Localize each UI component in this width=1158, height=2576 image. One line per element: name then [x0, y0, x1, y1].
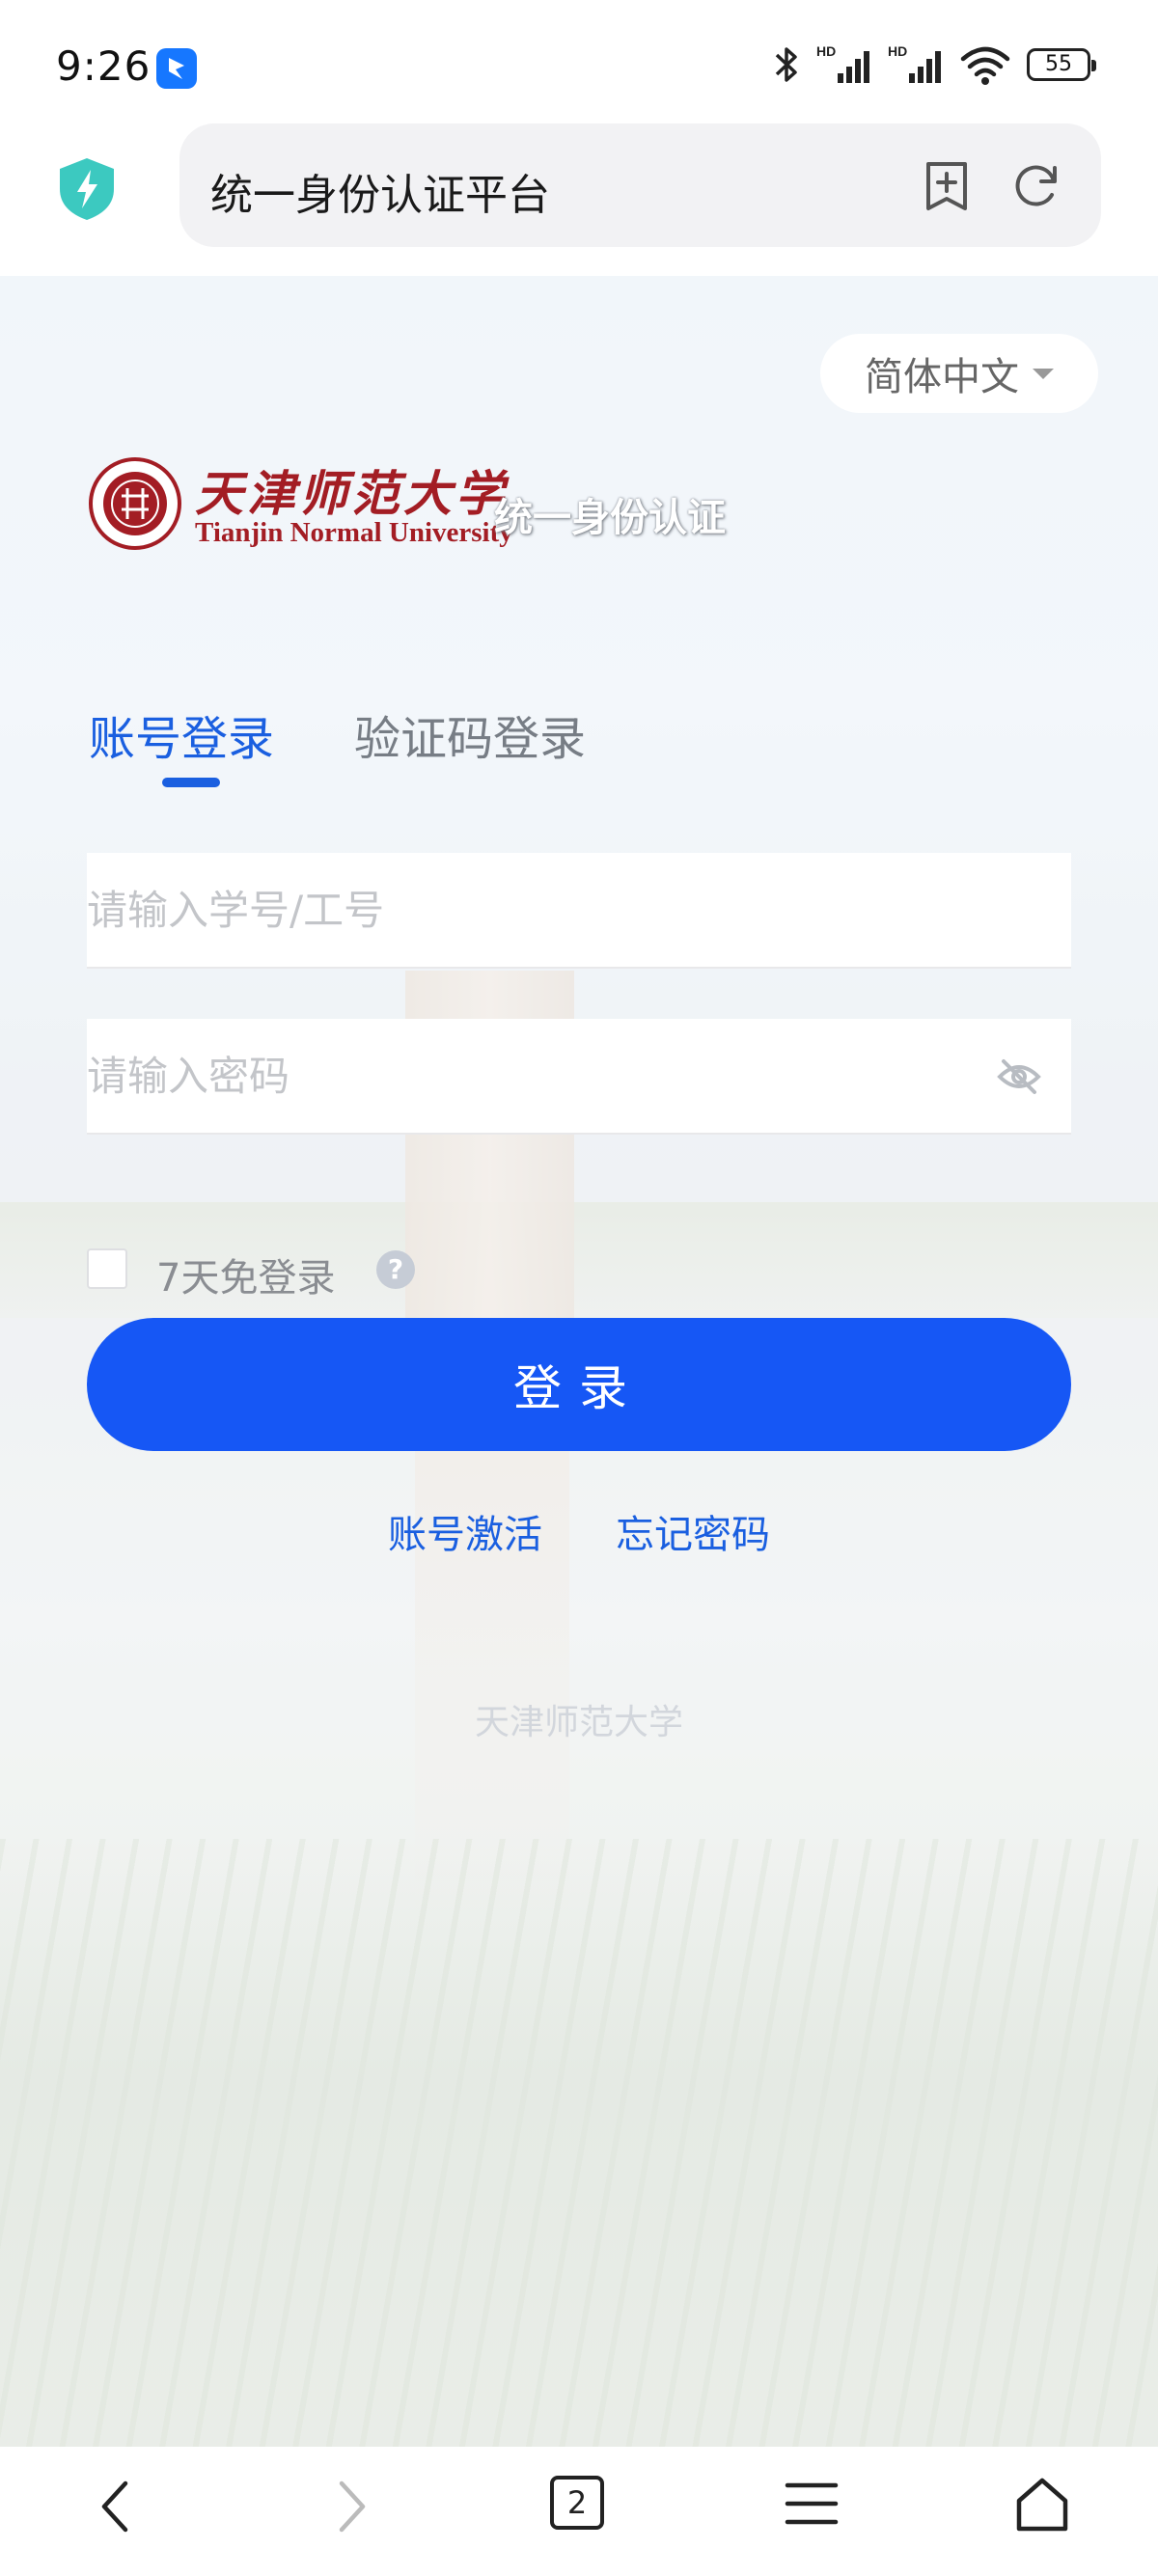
signal-icon-2: HD: [888, 43, 941, 83]
login-page: 简体中文 天津师范大学 Tianjin Normal University 统一…: [0, 276, 1158, 2447]
home-icon[interactable]: [1013, 2476, 1071, 2534]
password-field: [87, 1019, 1071, 1135]
password-input[interactable]: [87, 1019, 955, 1133]
eye-hidden-icon[interactable]: [996, 1055, 1042, 1098]
remember-checkbox[interactable]: [87, 1248, 127, 1289]
username-field: [87, 853, 1071, 969]
status-bar: 9:26 HD HD 55: [0, 0, 1158, 123]
university-seal-icon: [89, 457, 181, 550]
notification-app-icon: [156, 48, 197, 89]
menu-icon[interactable]: [784, 2476, 840, 2532]
signal-icon: HD: [816, 43, 869, 83]
browser-bottom-nav: 2: [0, 2447, 1158, 2576]
shield-lightning-icon[interactable]: [56, 156, 118, 222]
status-time: 9:26: [56, 42, 152, 90]
address-bar[interactable]: 统一身份认证平台: [179, 123, 1101, 247]
forward-icon[interactable]: [324, 2476, 378, 2537]
university-name-en: Tianjin Normal University: [195, 517, 513, 548]
tab-code-login[interactable]: 验证码登录: [354, 700, 586, 768]
activate-account-link[interactable]: 账号激活: [388, 1503, 542, 1561]
login-button[interactable]: 登录: [87, 1318, 1071, 1451]
bluetooth-icon: [775, 47, 797, 82]
back-icon[interactable]: [89, 2476, 143, 2537]
tab-count: 2: [550, 2476, 604, 2530]
tab-account-login[interactable]: 账号登录: [89, 700, 274, 768]
bookmark-add-icon[interactable]: [923, 160, 971, 212]
refresh-icon[interactable]: [1011, 160, 1062, 210]
university-name-cn: 天津师范大学: [195, 465, 508, 522]
account-links: 账号激活 忘记密码: [0, 1503, 1158, 1561]
signal-hd-label: HD: [816, 43, 836, 59]
username-input[interactable]: [87, 853, 955, 967]
active-tab-indicator: [162, 778, 220, 787]
wifi-icon: [960, 46, 1010, 85]
logo-subtitle: 统一身份认证: [494, 496, 726, 540]
battery-indicator: 55: [1027, 48, 1096, 81]
signal-hd-label-2: HD: [888, 43, 907, 59]
language-label: 简体中文: [865, 355, 1019, 399]
status-icons: HD HD 55: [772, 42, 1096, 87]
browser-toolbar: 统一身份认证平台: [0, 123, 1158, 276]
chevron-down-icon: [1033, 368, 1054, 379]
forgot-password-link[interactable]: 忘记密码: [616, 1503, 770, 1561]
language-select[interactable]: 简体中文: [820, 334, 1098, 413]
address-title[interactable]: 统一身份认证平台: [210, 160, 550, 222]
footer-text: 天津师范大学: [474, 1703, 683, 1742]
remember-label[interactable]: 7天免登录: [156, 1247, 335, 1302]
help-icon[interactable]: ?: [376, 1250, 415, 1289]
